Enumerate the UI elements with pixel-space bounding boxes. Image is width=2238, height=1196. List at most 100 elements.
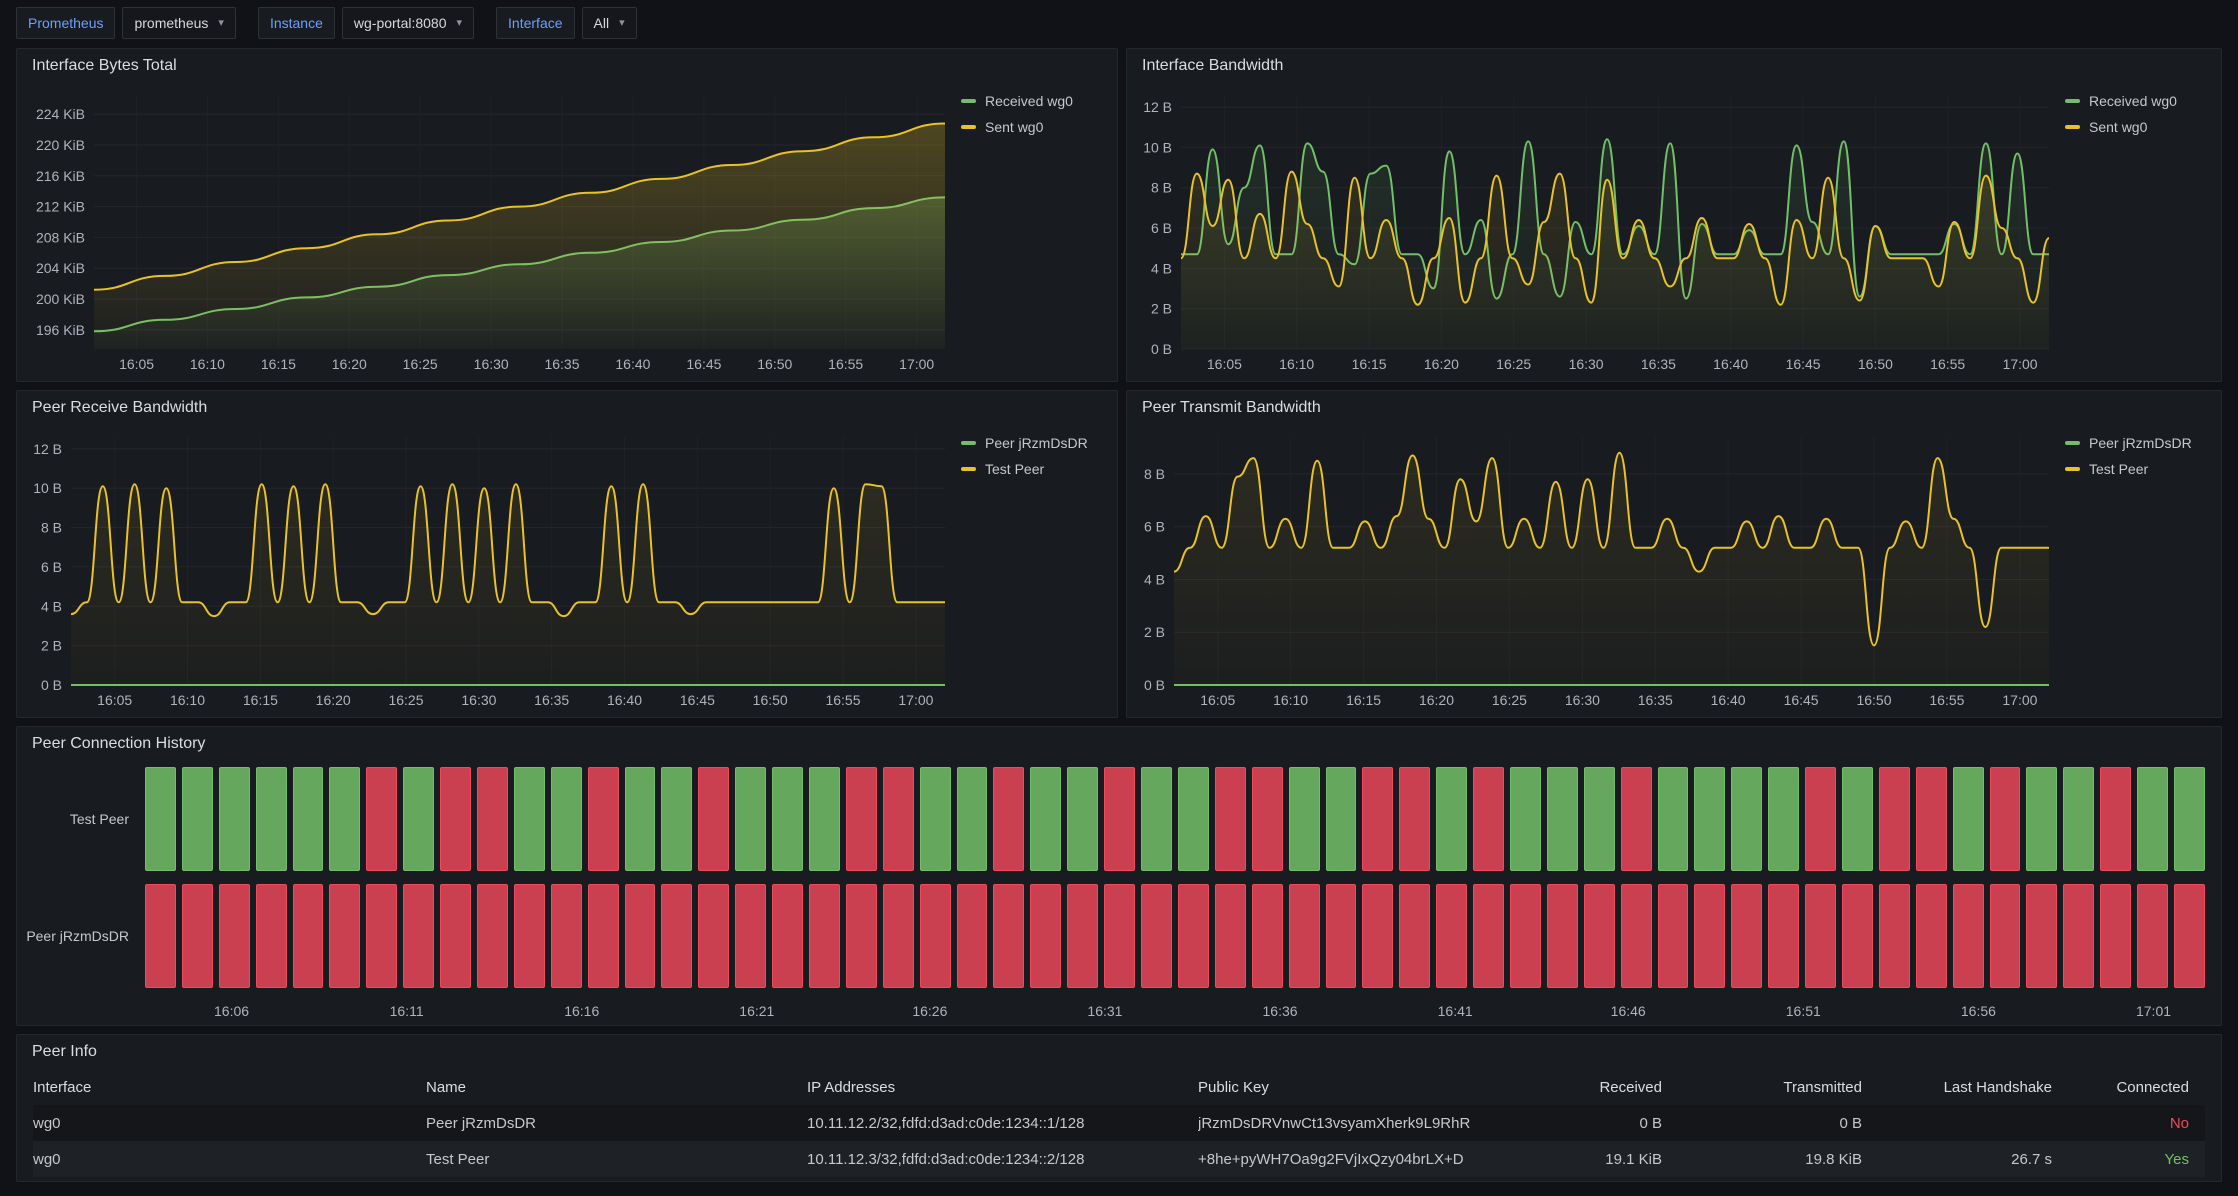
state-bar bbox=[1141, 767, 1172, 871]
svg-text:200 KiB: 200 KiB bbox=[36, 291, 85, 307]
panel-title[interactable]: Interface Bandwidth bbox=[1127, 49, 2221, 83]
svg-text:16:30: 16:30 bbox=[461, 692, 496, 708]
column-header-ip-addresses[interactable]: IP Addresses bbox=[807, 1079, 1198, 1096]
state-bar bbox=[293, 884, 324, 988]
column-header-last-handshake[interactable]: Last Handshake bbox=[1878, 1079, 2068, 1096]
state-bar bbox=[1362, 884, 1393, 988]
state-bar bbox=[1252, 884, 1283, 988]
svg-text:16:40: 16:40 bbox=[1711, 692, 1746, 708]
svg-text:12 B: 12 B bbox=[33, 441, 62, 457]
column-header-name[interactable]: Name bbox=[426, 1079, 807, 1096]
state-bar bbox=[1731, 767, 1762, 871]
svg-text:16:55: 16:55 bbox=[1930, 356, 1965, 372]
chart-canvas[interactable]: 16:0516:1016:1516:2016:2516:3016:3516:40… bbox=[1135, 427, 2055, 711]
variable-value: wg-portal:8080 bbox=[354, 15, 447, 31]
cell-ip-addresses: 10.11.12.2/32,fdfd:d3ad:c0de:1234::1/128 bbox=[807, 1115, 1198, 1132]
legend-item[interactable]: Sent wg0 bbox=[961, 119, 1107, 135]
axis-tick-label: 16:31 bbox=[1087, 1003, 1122, 1019]
svg-text:17:00: 17:00 bbox=[898, 692, 933, 708]
panel-interface-bytes-total: Interface Bytes Total 16:0516:1016:1516:… bbox=[16, 48, 1118, 382]
state-bar bbox=[957, 767, 988, 871]
legend-item[interactable]: Peer jRzmDsDR bbox=[2065, 435, 2211, 451]
chart-legend: Peer jRzmDsDR Test Peer bbox=[2055, 427, 2213, 711]
state-bar bbox=[625, 884, 656, 988]
cell-connected: Yes bbox=[2068, 1151, 2205, 1168]
svg-text:2 B: 2 B bbox=[1144, 624, 1165, 640]
state-bar bbox=[1067, 884, 1098, 988]
column-header-connected[interactable]: Connected bbox=[2068, 1079, 2205, 1096]
time-series-plot[interactable]: 16:0516:1016:1516:2016:2516:3016:3516:40… bbox=[25, 85, 951, 375]
state-bar bbox=[1104, 884, 1135, 988]
series-color-icon bbox=[961, 125, 976, 129]
legend-item[interactable]: Test Peer bbox=[2065, 461, 2211, 477]
column-header-public-key[interactable]: Public Key bbox=[1198, 1079, 1528, 1096]
state-bar bbox=[2063, 884, 2094, 988]
column-header-interface[interactable]: Interface bbox=[33, 1079, 426, 1096]
svg-text:16:20: 16:20 bbox=[316, 692, 351, 708]
state-timeline[interactable]: Test PeerPeer jRzmDsDR 16:0616:1116:1616… bbox=[33, 767, 2205, 1017]
state-bar bbox=[1289, 767, 1320, 871]
state-bar bbox=[2137, 884, 2168, 988]
state-bar bbox=[182, 884, 213, 988]
cell-public-key: +8he+pyWH7Oa9g2FVjIxQzy04brLX+D bbox=[1198, 1151, 1528, 1168]
column-header-transmitted[interactable]: Transmitted bbox=[1678, 1079, 1878, 1096]
state-bar bbox=[1658, 884, 1689, 988]
state-bar bbox=[1067, 767, 1098, 871]
state-bar bbox=[293, 767, 324, 871]
legend-item[interactable]: Received wg0 bbox=[2065, 93, 2211, 109]
chart-canvas[interactable]: 16:0516:1016:1516:2016:2516:3016:3516:40… bbox=[25, 427, 951, 711]
panel-title[interactable]: Peer Receive Bandwidth bbox=[17, 391, 1117, 425]
series-color-icon bbox=[961, 467, 976, 471]
panel-title[interactable]: Peer Connection History bbox=[17, 727, 2221, 761]
time-series-plot[interactable]: 16:0516:1016:1516:2016:2516:3016:3516:40… bbox=[1135, 85, 2055, 375]
panel-title[interactable]: Peer Info bbox=[17, 1035, 2221, 1069]
state-bar bbox=[1399, 767, 1430, 871]
state-bar bbox=[1694, 884, 1725, 988]
legend-item[interactable]: Sent wg0 bbox=[2065, 119, 2211, 135]
series-color-icon bbox=[961, 99, 976, 103]
panel-peer-transmit-bandwidth: Peer Transmit Bandwidth 16:0516:1016:151… bbox=[1126, 390, 2222, 718]
cell-connected: No bbox=[2068, 1115, 2205, 1132]
svg-text:16:50: 16:50 bbox=[757, 356, 792, 372]
chart-canvas[interactable]: 16:0516:1016:1516:2016:2516:3016:3516:40… bbox=[1135, 85, 2055, 375]
state-bar bbox=[1953, 884, 1984, 988]
svg-text:16:55: 16:55 bbox=[1929, 692, 1964, 708]
state-bar bbox=[514, 767, 545, 871]
state-bar bbox=[1104, 767, 1135, 871]
state-bar bbox=[1178, 884, 1209, 988]
svg-text:16:25: 16:25 bbox=[1496, 356, 1531, 372]
variable-select-prometheus[interactable]: prometheus▾ bbox=[122, 7, 235, 39]
cell-ip-addresses: 10.11.12.3/32,fdfd:d3ad:c0de:1234::2/128 bbox=[807, 1151, 1198, 1168]
legend-item[interactable]: Peer jRzmDsDR bbox=[961, 435, 1107, 451]
variable-select-instance[interactable]: wg-portal:8080▾ bbox=[342, 7, 474, 39]
column-header-received[interactable]: Received bbox=[1528, 1079, 1678, 1096]
svg-text:16:30: 16:30 bbox=[1565, 692, 1600, 708]
chevron-down-icon: ▾ bbox=[619, 18, 625, 29]
state-bar bbox=[625, 767, 656, 871]
axis-tick-label: 17:01 bbox=[2136, 1003, 2171, 1019]
svg-text:196 KiB: 196 KiB bbox=[36, 322, 85, 338]
variable-select-interface[interactable]: All▾ bbox=[582, 7, 637, 39]
panel-title[interactable]: Peer Transmit Bandwidth bbox=[1127, 391, 2221, 425]
svg-text:0 B: 0 B bbox=[41, 677, 62, 693]
state-bar bbox=[440, 884, 471, 988]
chart-canvas[interactable]: 16:0516:1016:1516:2016:2516:3016:3516:40… bbox=[25, 85, 951, 375]
time-series-plot[interactable]: 16:0516:1016:1516:2016:2516:3016:3516:40… bbox=[1135, 427, 2055, 711]
series-color-icon bbox=[2065, 125, 2080, 129]
panel-title[interactable]: Interface Bytes Total bbox=[17, 49, 1117, 83]
svg-text:6 B: 6 B bbox=[41, 559, 62, 575]
state-bar bbox=[1436, 884, 1467, 988]
time-series-plot[interactable]: 16:0516:1016:1516:2016:2516:3016:3516:40… bbox=[25, 427, 951, 711]
state-bar bbox=[2100, 884, 2131, 988]
state-bar bbox=[1473, 884, 1504, 988]
legend-item[interactable]: Test Peer bbox=[961, 461, 1107, 477]
panel-peer-info: Peer Info InterfaceNameIP AddressesPubli… bbox=[16, 1034, 2222, 1182]
legend-item[interactable]: Received wg0 bbox=[961, 93, 1107, 109]
state-bar bbox=[735, 884, 766, 988]
svg-text:16:35: 16:35 bbox=[544, 356, 579, 372]
state-bar bbox=[477, 884, 508, 988]
legend-label: Test Peer bbox=[2089, 461, 2148, 477]
state-bar bbox=[809, 884, 840, 988]
axis-tick-label: 16:41 bbox=[1438, 1003, 1473, 1019]
peer-table-header: InterfaceNameIP AddressesPublic KeyRecei… bbox=[33, 1069, 2205, 1105]
